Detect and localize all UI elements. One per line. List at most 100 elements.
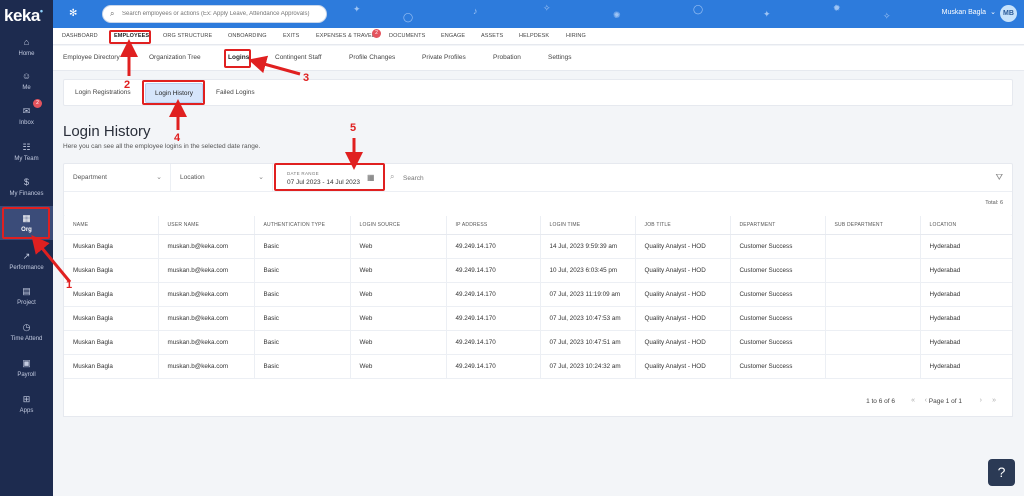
nav-hiring[interactable]: HIRING	[566, 33, 586, 39]
cell-auth-type: Basic	[254, 282, 351, 307]
cell-login-time: 07 Jul, 2023 10:47:51 am	[540, 330, 636, 355]
sidebar-item-inbox[interactable]: ✉ Inbox 2	[0, 99, 53, 128]
nav-documents[interactable]: DOCUMENTS	[389, 33, 425, 39]
cell-login-source: Web	[350, 282, 447, 307]
col-login-source[interactable]: LOGIN SOURCE	[350, 216, 447, 235]
subnav-private-profiles[interactable]: Private Profiles	[422, 54, 466, 61]
avatar[interactable]: MB	[1000, 5, 1017, 22]
cell-job-title: Quality Analyst - HOD	[635, 330, 731, 355]
gear-icon[interactable]: ✻	[69, 8, 77, 19]
tab-login-registrations[interactable]: Login Registrations	[75, 89, 131, 96]
last-page-icon[interactable]: »	[992, 397, 996, 404]
nav-org-structure[interactable]: ORG STRUCTURE	[163, 33, 212, 39]
tab-failed-logins[interactable]: Failed Logins	[216, 89, 255, 96]
subnav-settings[interactable]: Settings	[548, 54, 572, 61]
chevron-down-icon[interactable]: ⌄	[990, 8, 996, 16]
clock-icon: ◷	[22, 322, 31, 332]
help-button[interactable]: ?	[988, 459, 1015, 486]
cell-ip: 49.249.14.170	[446, 282, 541, 307]
cell-user-name: muskan.b@keka.com	[158, 234, 255, 259]
cell-auth-type: Basic	[254, 258, 351, 283]
user-name[interactable]: Muskan Bagla	[942, 9, 986, 16]
total-count: Total: 6	[985, 200, 1003, 206]
global-search-input[interactable]	[122, 8, 322, 20]
col-job-title[interactable]: JOB TITLE	[635, 216, 731, 235]
subnav-profile-changes[interactable]: Profile Changes	[349, 54, 395, 61]
keka-logo[interactable]: keka•	[4, 6, 43, 26]
sidebar-item-performance[interactable]: ↗ Performance	[0, 251, 53, 273]
cell-department: Customer Success	[730, 282, 826, 307]
cell-sub-department	[825, 330, 921, 355]
firework-icon: ✹	[833, 3, 841, 13]
subnav-probation[interactable]: Probation	[493, 54, 521, 61]
sidebar-item-payroll[interactable]: ▣ Payroll	[0, 358, 53, 380]
top-header: ✻ ⌕ ✦ ◯ ♪ ✧ ✺ ◯ ✦ ✹ ✧ Muskan Bagla ⌄ MB	[53, 0, 1024, 28]
page-title: Login History	[63, 123, 151, 140]
sidebar-item-time-attend[interactable]: ◷ Time Attend	[0, 322, 53, 344]
filter-icon[interactable]: ⛛	[995, 172, 1003, 183]
annotation-label-5: 5	[350, 122, 357, 134]
sidebar-item-my-finances[interactable]: $ My Finances	[0, 177, 53, 199]
sidebar: keka• ⌂ Home ☺ Me ✉ Inbox 2 ☷ My Team $ My Fin…	[0, 0, 53, 496]
cell-login-time: 10 Jul, 2023 6:03:45 pm	[540, 258, 636, 283]
cell-location: Hyderabad	[920, 282, 1012, 307]
col-ip-address[interactable]: IP ADDRESS	[446, 216, 541, 235]
subnav-contingent-staff[interactable]: Contingent Staff	[275, 54, 322, 61]
nav-onboarding[interactable]: ONBOARDING	[228, 33, 267, 39]
col-user-name[interactable]: USER NAME	[158, 216, 255, 235]
nav-helpdesk[interactable]: HELPDESK	[519, 33, 549, 39]
cell-login-time: 07 Jul, 2023 11:19:09 am	[540, 282, 636, 307]
star-icon: ✦	[763, 9, 771, 19]
login-search-input[interactable]	[403, 173, 603, 184]
nav-exits[interactable]: EXITS	[283, 33, 299, 39]
sidebar-item-project[interactable]: ▤ Project	[0, 286, 53, 308]
nav-dashboard[interactable]: DASHBOARD	[62, 33, 98, 39]
cell-job-title: Quality Analyst - HOD	[635, 234, 731, 259]
cell-job-title: Quality Analyst - HOD	[635, 258, 731, 283]
nav-expenses-travel[interactable]: EXPENSES & TRAVEL	[316, 33, 375, 39]
nav-engage[interactable]: ENGAGE	[441, 33, 465, 39]
prev-page-icon[interactable]: ‹	[925, 397, 927, 404]
cell-auth-type: Basic	[254, 234, 351, 259]
next-page-icon[interactable]: ›	[980, 397, 982, 404]
subnav-employee-directory[interactable]: Employee Directory	[63, 54, 120, 61]
subnav-organization-tree[interactable]: Organization Tree	[149, 54, 201, 61]
person-icon: ☺	[21, 71, 32, 81]
col-location[interactable]: LOCATION	[920, 216, 1012, 235]
sidebar-item-apps[interactable]: ⊞ Apps	[0, 394, 53, 416]
cell-login-time: 07 Jul, 2023 10:47:53 am	[540, 306, 636, 331]
cell-name: Muskan Bagla	[64, 282, 159, 307]
col-name[interactable]: NAME	[64, 216, 159, 235]
nav-assets[interactable]: ASSETS	[481, 33, 503, 39]
glass-icon: ♪	[473, 6, 478, 16]
filter-row: Department ⌄ Location ⌄ DATE RANGE 07 Ju…	[64, 164, 1012, 192]
table-row: Muskan Bagla muskan.b@keka.com Basic Web 49.…	[64, 258, 1012, 283]
payroll-icon: ▣	[22, 358, 31, 368]
col-sub-department[interactable]: SUB DEPARTMENT	[825, 216, 921, 235]
cell-login-source: Web	[350, 330, 447, 355]
first-page-icon[interactable]: «	[911, 397, 915, 404]
pagination-page: Page 1 of 1	[928, 398, 962, 405]
global-search[interactable]: ⌕	[102, 5, 327, 23]
cell-name: Muskan Bagla	[64, 354, 159, 379]
chevron-down-icon: ⌄	[156, 174, 162, 181]
finance-icon: $	[23, 177, 29, 187]
cell-sub-department	[825, 258, 921, 283]
cell-sub-department	[825, 234, 921, 259]
location-dropdown[interactable]: Location ⌄	[171, 164, 273, 192]
col-auth-type[interactable]: AUTHENTICATION TYPE	[254, 216, 351, 235]
sidebar-item-my-team[interactable]: ☷ My Team	[0, 142, 53, 164]
sidebar-item-me[interactable]: ☺ Me	[0, 71, 53, 93]
cell-auth-type: Basic	[254, 306, 351, 331]
cell-department: Customer Success	[730, 234, 826, 259]
department-dropdown[interactable]: Department ⌄	[64, 164, 171, 192]
cell-auth-type: Basic	[254, 354, 351, 379]
sidebar-item-home[interactable]: ⌂ Home	[0, 37, 53, 59]
col-login-time[interactable]: LOGIN TIME	[540, 216, 636, 235]
balloon-icon: ◯	[693, 4, 704, 14]
cell-location: Hyderabad	[920, 306, 1012, 331]
filter-panel: Department ⌄ Location ⌄ DATE RANGE 07 Ju…	[63, 163, 1013, 217]
cell-user-name: muskan.b@keka.com	[158, 330, 255, 355]
col-department[interactable]: DEPARTMENT	[730, 216, 826, 235]
cell-name: Muskan Bagla	[64, 234, 159, 259]
